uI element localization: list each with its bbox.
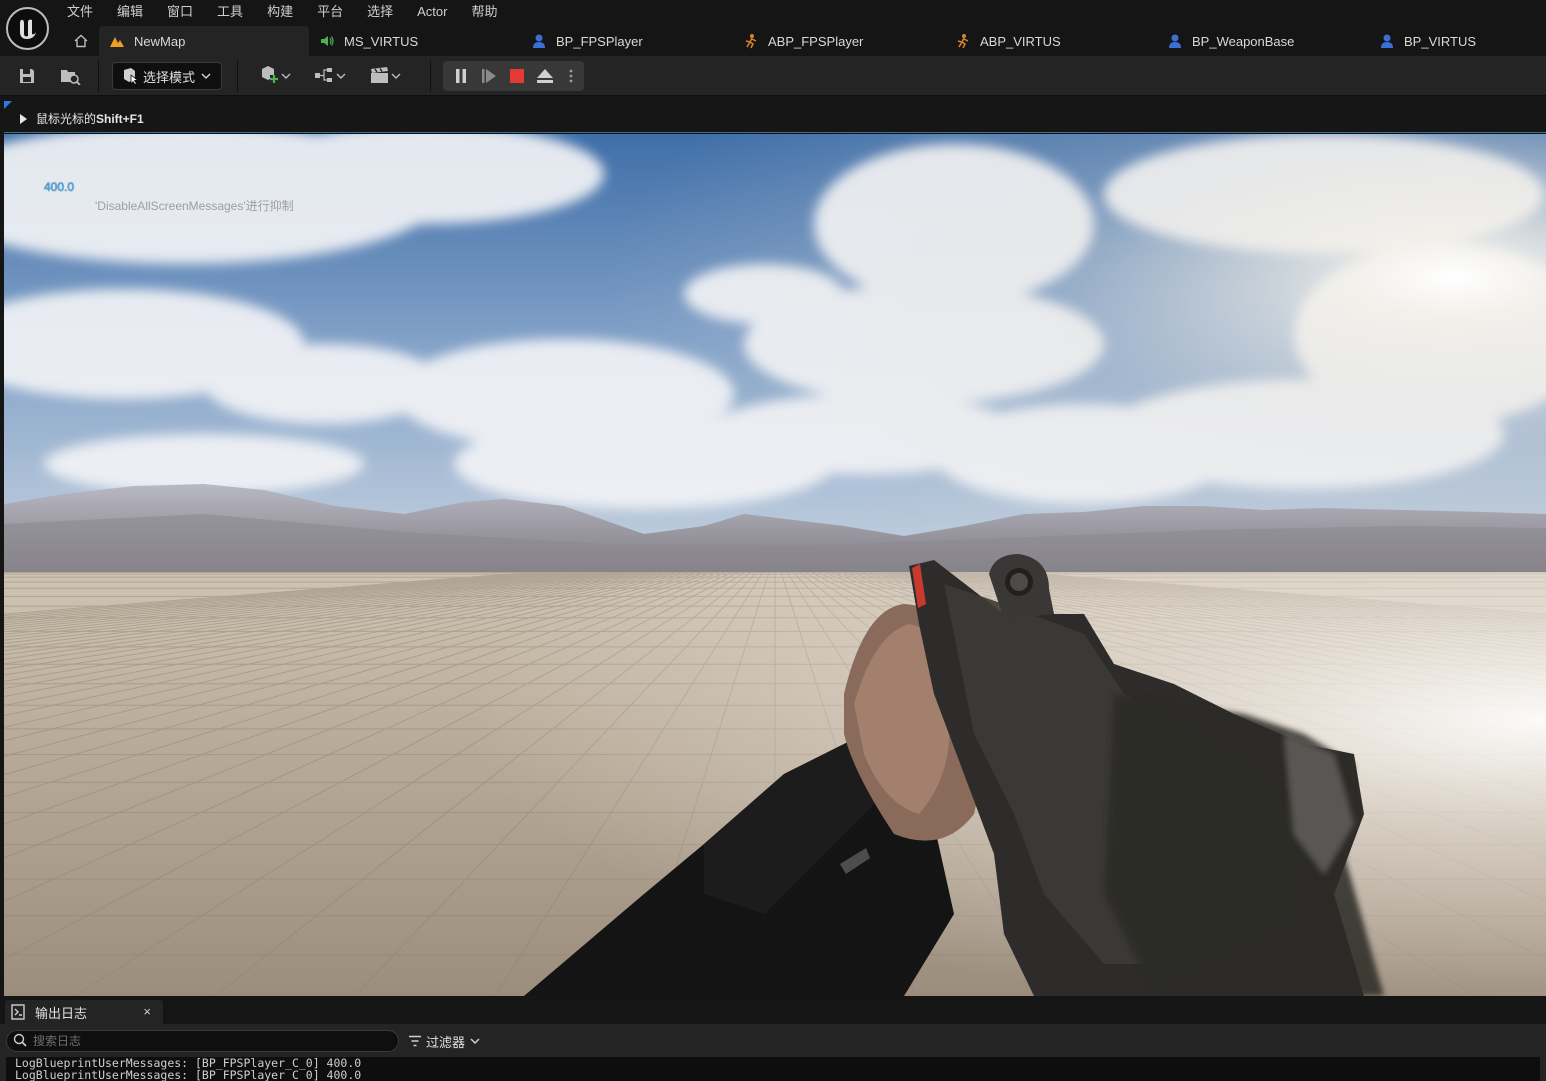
close-icon[interactable]: × (143, 1004, 151, 1019)
output-log-tab-label: 输出日志 (35, 1005, 88, 1021)
tab-bp-fpsplayer[interactable]: BP_FPSPlayer (530, 26, 643, 56)
blueprint-pawn-icon (530, 32, 548, 50)
output-log-body: 过滤器 LogBlueprintUserMessages: [BP_FPSPla… (0, 1024, 1546, 1081)
log-line: LogBlueprintUserMessages: [BP_FPSPlayer_… (15, 1068, 362, 1081)
log-output-area[interactable]: LogBlueprintUserMessages: [BP_FPSPlayer_… (6, 1057, 1540, 1081)
mouse-release-hint[interactable]: 鼠标光标的 Shift+F1 (20, 110, 144, 127)
pause-icon[interactable] (449, 62, 473, 90)
hint-prefix: 鼠标光标的 (36, 112, 97, 126)
filter-label: 过滤器 (426, 1034, 466, 1050)
tab-label: NewMap (134, 33, 186, 49)
screen-messages-note: 'DisableAllScreenMessages'进行抑制 (95, 199, 294, 213)
browse-content-icon[interactable] (57, 62, 83, 90)
clapperboard-icon (369, 66, 391, 87)
tab-label: ABP_FPSPlayer (768, 33, 864, 49)
menu-file[interactable]: 文件 (55, 0, 105, 24)
menu-actor[interactable]: Actor (405, 0, 459, 24)
toolbar-separator (98, 60, 99, 92)
tab-label: BP_FPSPlayer (556, 33, 643, 49)
game-view[interactable]: 400.0 'DisableAllScreenMessages'进行抑制 (4, 134, 1546, 996)
anim-blueprint-icon (954, 32, 972, 50)
tab-label: ABP_VIRTUS (980, 33, 1061, 49)
screen-debug-message: 400.0 (44, 180, 75, 194)
tab-label: MS_VIRTUS (344, 33, 419, 49)
add-actor-icon (259, 65, 281, 88)
blueprints-button[interactable] (310, 62, 350, 90)
tab-ms-virtus[interactable]: MS_VIRTUS (318, 26, 418, 56)
tab-bp-weaponbase[interactable]: BP_WeaponBase (1166, 26, 1294, 56)
log-search-box (6, 1030, 399, 1052)
chevron-down-icon (201, 69, 211, 84)
log-filter-dropdown[interactable]: 过滤器 (408, 1031, 480, 1051)
tab-abp-fpsplayer[interactable]: ABP_FPSPlayer (742, 26, 863, 56)
tab-bp-virtus[interactable]: BP_VIRTUS (1378, 26, 1476, 56)
menu-window[interactable]: 窗口 (155, 0, 205, 24)
stop-icon[interactable] (505, 62, 529, 90)
output-log-panel: 输出日志 × 过滤器 LogBlueprintUserMessages: [BP… (0, 996, 1546, 1081)
level-viewport: 鼠标光标的 Shift+F1 400.0 'DisableAllScreenMe… (4, 101, 1546, 996)
game-scene-render (4, 134, 1546, 996)
chevron-down-icon (336, 69, 346, 84)
level-icon (108, 32, 126, 50)
output-log-tab[interactable]: 输出日志 × (5, 1000, 163, 1024)
more-options-icon[interactable] (561, 62, 581, 90)
tab-label: BP_WeaponBase (1192, 33, 1295, 49)
blueprint-graph-icon (314, 66, 336, 87)
select-mode-icon (121, 67, 139, 86)
toolbar-separator (430, 60, 431, 92)
tab-label: BP_VIRTUS (1404, 33, 1477, 49)
hint-shortcut: Shift+F1 (96, 111, 144, 126)
play-controls (443, 61, 584, 91)
add-actor-button[interactable] (255, 62, 295, 90)
eject-icon[interactable] (533, 62, 557, 90)
viewport-corner-marker (4, 101, 12, 109)
menu-tools[interactable]: 工具 (205, 0, 255, 24)
home-icon[interactable] (68, 29, 94, 53)
menu-help[interactable]: 帮助 (459, 0, 509, 24)
menu-platform[interactable]: 平台 (305, 0, 355, 24)
unreal-logo-icon[interactable] (6, 7, 49, 50)
toolbar-separator (237, 60, 238, 92)
step-frame-icon[interactable] (477, 62, 501, 90)
search-icon (13, 1033, 27, 1050)
viewport-header: 鼠标光标的 Shift+F1 (4, 101, 1546, 133)
blueprint-pawn-icon (1378, 32, 1396, 50)
log-search-input[interactable] (33, 1034, 373, 1048)
chevron-down-icon (391, 69, 401, 84)
output-log-icon (11, 1004, 27, 1020)
chevron-down-icon (470, 1036, 480, 1046)
tab-newmap[interactable]: NewMap (99, 26, 309, 56)
title-bar: 文件 编辑 窗口 工具 构建 平台 选择 Actor 帮助 NewMap MS_… (0, 0, 1546, 56)
anim-blueprint-icon (742, 32, 760, 50)
cinematics-button[interactable] (365, 62, 405, 90)
select-mode-label: 选择模式 (143, 69, 196, 85)
tab-abp-virtus[interactable]: ABP_VIRTUS (954, 26, 1061, 56)
play-triangle-icon (20, 113, 27, 124)
menu-edit[interactable]: 编辑 (105, 0, 155, 24)
sound-icon (318, 32, 336, 50)
main-toolbar: 选择模式 (0, 56, 1546, 96)
menu-build[interactable]: 构建 (255, 0, 305, 24)
blueprint-pawn-icon (1166, 32, 1184, 50)
select-mode-dropdown[interactable]: 选择模式 (112, 62, 222, 90)
menu-select[interactable]: 选择 (355, 0, 405, 24)
main-menu: 文件 编辑 窗口 工具 构建 平台 选择 Actor 帮助 (55, 0, 509, 24)
save-icon[interactable] (14, 62, 40, 90)
chevron-down-icon (281, 69, 291, 84)
filter-icon (408, 1035, 422, 1047)
